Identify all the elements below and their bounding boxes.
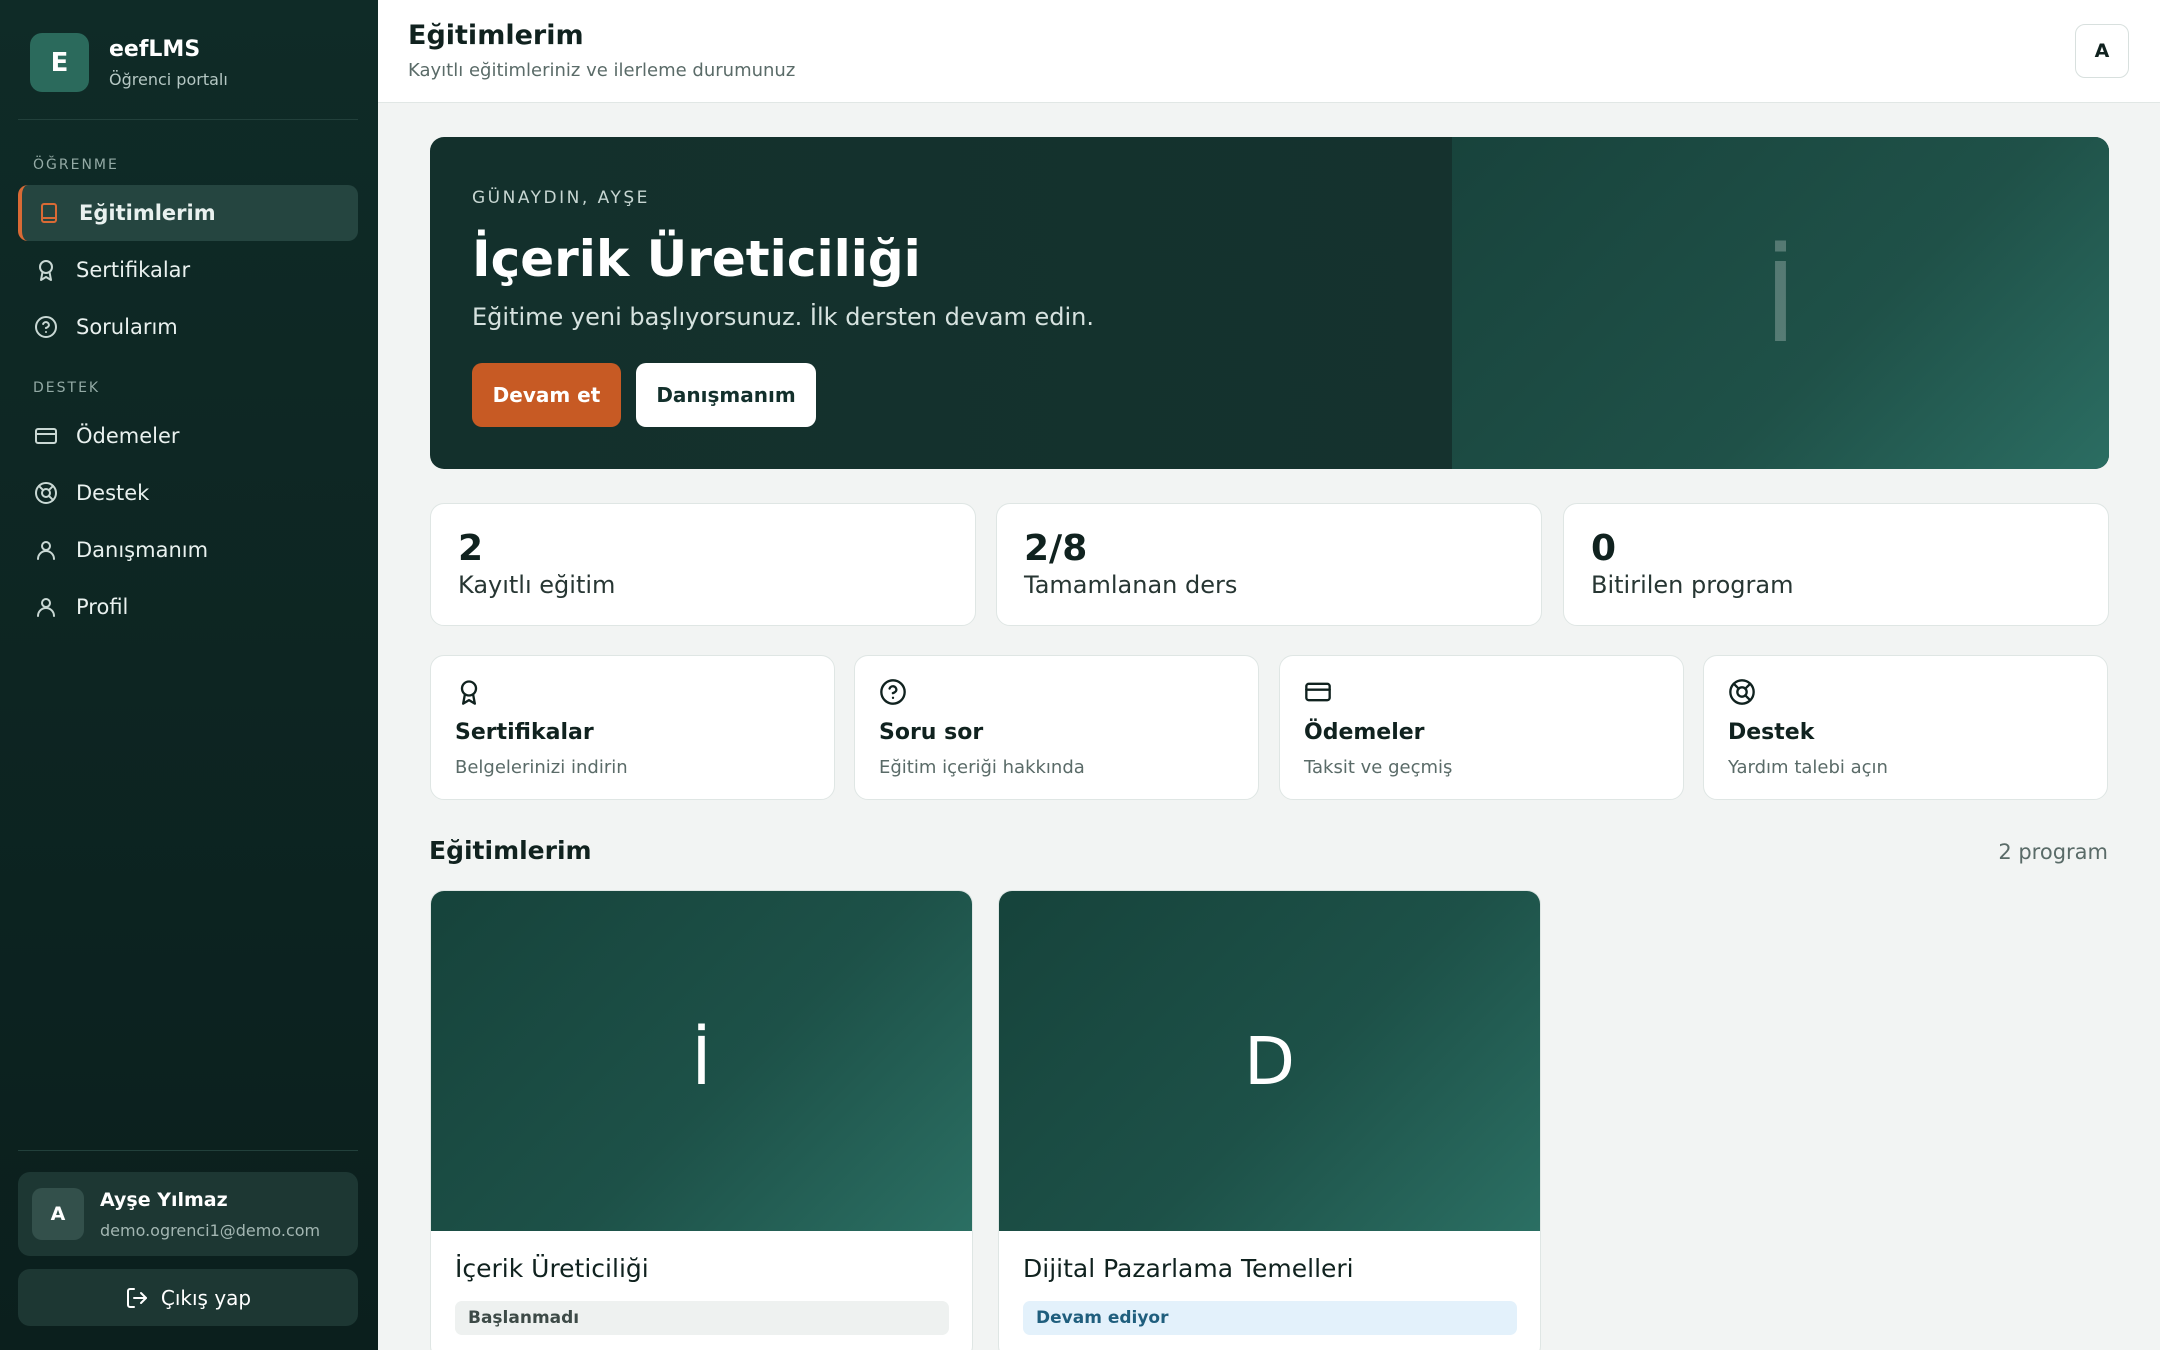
user-icon — [37, 541, 55, 560]
user-card[interactable]: A Ayşe Yılmaz demo.ogrenci1@demo.com — [18, 1172, 358, 1256]
hero-greeting: GÜNAYDIN, AYŞE — [472, 188, 650, 208]
course-card[interactable]: İ İçerik Üreticiliği Başlanmadı — [430, 890, 973, 1350]
sidebar-item-label: Profil — [76, 595, 129, 619]
sidebar-item-odemeler[interactable]: Ödemeler — [18, 408, 358, 464]
book-icon — [41, 203, 57, 223]
question-circle-icon — [880, 679, 906, 705]
brand: E eefLMS Öğrenci portalı — [30, 33, 228, 92]
sidebar-item-danismanim[interactable]: Danışmanım — [18, 522, 358, 578]
course-card[interactable]: D Dijital Pazarlama Temelleri Devam ediy… — [998, 890, 1541, 1350]
quick-link-support[interactable]: Destek Yardım talebi açın — [1703, 655, 2108, 800]
user-name: Ayşe Yılmaz — [100, 1188, 228, 1211]
section-label-support: DESTEK — [33, 380, 101, 396]
avatar: A — [32, 1188, 84, 1240]
sidebar-item-destek[interactable]: Destek — [18, 465, 358, 521]
stat-value: 0 — [1591, 528, 1617, 569]
page-title: Eğitimlerim — [408, 20, 584, 51]
sidebar-item-label: Ödemeler — [76, 424, 180, 448]
quick-link-subtitle: Taksit ve geçmiş — [1304, 757, 1453, 778]
quick-link-subtitle: Belgelerinizi indirin — [455, 757, 628, 778]
stat-label: Kayıtlı eğitim — [458, 571, 616, 599]
status-badge: Başlanmadı — [455, 1301, 949, 1335]
quick-link-subtitle: Eğitim içeriği hakkında — [879, 757, 1085, 778]
hero-thumbnail-letter: İ — [1764, 239, 1797, 367]
sidebar-item-label: Sorularım — [76, 315, 178, 339]
hero-banner: İ GÜNAYDIN, AYŞE İçerik Üreticiliği Eğit… — [430, 137, 2109, 469]
stat-card-lessons: 2/8 Tamamlanan ders — [996, 503, 1542, 626]
sidebar-item-label: Sertifikalar — [76, 258, 191, 282]
logout-label: Çıkış yap — [160, 1285, 252, 1310]
user-icon — [37, 598, 55, 617]
course-title: Dijital Pazarlama Temelleri — [1023, 1254, 1354, 1283]
quick-link-ask-question[interactable]: Soru sor Eğitim içeriği hakkında — [854, 655, 1259, 800]
sidebar-item-egitimlerim[interactable]: Eğitimlerim — [18, 185, 358, 241]
sidebar-item-sorularim[interactable]: Sorularım — [18, 299, 358, 355]
brand-name: eefLMS — [109, 36, 201, 62]
course-thumbnail: D — [999, 891, 1540, 1231]
section-label-learning: ÖĞRENME — [33, 157, 119, 173]
stat-card-completed: 0 Bitirilen program — [1563, 503, 2109, 626]
award-icon — [39, 260, 53, 281]
life-buoy-icon — [1729, 679, 1755, 705]
hero-thumbnail: İ — [1452, 137, 2109, 469]
profile-avatar-button[interactable]: A — [2075, 24, 2129, 78]
hero-description: Eğitime yeni başlıyorsunuz. İlk dersten … — [472, 303, 1095, 331]
advisor-button[interactable]: Danışmanım — [636, 363, 816, 427]
life-buoy-icon — [35, 482, 57, 504]
logout-icon — [126, 1287, 147, 1308]
quick-link-title: Destek — [1728, 720, 1815, 745]
credit-card-icon — [1305, 682, 1331, 702]
stat-card-enrolled: 2 Kayıtlı eğitim — [430, 503, 976, 626]
quick-link-title: Soru sor — [879, 720, 984, 745]
stat-value: 2/8 — [1024, 528, 1088, 569]
quick-link-title: Ödemeler — [1304, 720, 1425, 745]
hero-title: İçerik Üreticiliği — [472, 230, 921, 288]
course-title: İçerik Üreticiliği — [455, 1254, 649, 1283]
sidebar-divider — [18, 119, 358, 120]
sidebar: E eefLMS Öğrenci portalı ÖĞRENME Eğitiml… — [0, 0, 378, 1350]
status-badge: Devam ediyor — [1023, 1301, 1517, 1335]
quick-link-certificates[interactable]: Sertifikalar Belgelerinizi indirin — [430, 655, 835, 800]
stat-label: Tamamlanan ders — [1024, 571, 1238, 599]
topbar: Eğitimlerim Kayıtlı eğitimleriniz ve ile… — [378, 0, 2160, 103]
credit-card-icon — [35, 428, 57, 444]
user-email: demo.ogrenci1@demo.com — [100, 1220, 321, 1240]
question-circle-icon — [35, 316, 57, 338]
logout-button[interactable]: Çıkış yap — [18, 1269, 358, 1326]
sidebar-item-label: Destek — [76, 481, 150, 505]
sidebar-item-profil[interactable]: Profil — [18, 579, 358, 635]
brand-logo: E — [30, 33, 89, 92]
quick-link-title: Sertifikalar — [455, 720, 594, 745]
page-subtitle: Kayıtlı eğitimleriniz ve ilerleme durumu… — [408, 60, 796, 81]
sidebar-item-label: Danışmanım — [76, 538, 209, 562]
award-icon — [460, 680, 478, 705]
sidebar-item-label: Eğitimlerim — [79, 201, 216, 225]
sidebar-divider — [18, 1150, 358, 1151]
sidebar-item-sertifikalar[interactable]: Sertifikalar — [18, 242, 358, 298]
program-count: 2 program — [1998, 840, 2108, 864]
stat-label: Bitirilen program — [1591, 571, 1794, 599]
stat-value: 2 — [458, 528, 484, 569]
quick-link-subtitle: Yardım talebi açın — [1728, 757, 1888, 778]
brand-subtitle: Öğrenci portalı — [109, 69, 228, 89]
course-thumbnail: İ — [431, 891, 972, 1231]
continue-button[interactable]: Devam et — [472, 363, 621, 427]
section-title: Eğitimlerim — [429, 836, 592, 865]
quick-link-payments[interactable]: Ödemeler Taksit ve geçmiş — [1279, 655, 1684, 800]
